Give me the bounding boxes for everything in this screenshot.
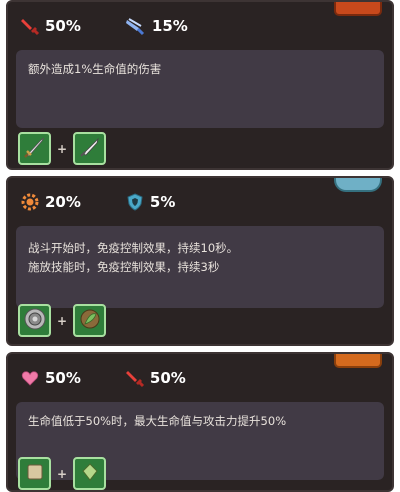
pink-heart-icon	[20, 368, 40, 388]
stat-value: 20%	[45, 193, 81, 211]
orange-gear-icon	[20, 192, 40, 212]
stat-value: 50%	[149, 369, 186, 387]
item-slot-2[interactable]	[73, 304, 107, 337]
leaf-charm-item-icon	[77, 306, 103, 336]
combine-items: +	[18, 457, 107, 490]
item-slot-1[interactable]	[18, 132, 51, 165]
description-line: 战斗开始时，免疫控制效果，持续10秒。	[28, 241, 239, 255]
stat-defense: 5%	[125, 192, 175, 212]
plus-sign: +	[57, 313, 68, 328]
red-sword-icon	[125, 368, 145, 388]
combine-items: +	[18, 132, 107, 165]
corner-badge	[334, 354, 382, 368]
item-slot-1[interactable]	[18, 304, 51, 337]
stats-row: 20% 5%	[20, 192, 175, 212]
stats-row: 50% 15%	[20, 16, 188, 36]
item-slot-2[interactable]	[73, 457, 107, 490]
plus-sign: +	[57, 466, 68, 481]
red-sword-icon	[20, 16, 40, 36]
spear-tip-item-icon	[77, 134, 103, 164]
description-box: 额外造成1%生命值的伤害	[16, 50, 384, 128]
item-slot-2[interactable]	[73, 132, 107, 165]
corner-badge	[334, 2, 382, 16]
stat-value: 15%	[151, 17, 188, 35]
item-slot-1[interactable]	[18, 457, 51, 490]
stat-attack-speed: 20%	[20, 192, 81, 212]
description-line: 额外造成1%生命值的伤害	[28, 62, 162, 76]
blue-shield-icon	[125, 192, 145, 212]
stat-attack: 50%	[20, 16, 81, 36]
stat-crit: 15%	[125, 16, 188, 36]
scroll-item-icon	[22, 459, 48, 489]
corner-badge	[334, 178, 382, 192]
description-line: 施放技能时，免疫控制效果，持续3秒	[28, 260, 220, 274]
stat-health: 50%	[20, 368, 81, 388]
round-shield-item-icon	[22, 306, 48, 336]
gem-item-icon	[77, 459, 103, 489]
stats-row: 50% 50%	[20, 368, 186, 388]
description-box: 战斗开始时，免疫控制效果，持续10秒。 施放技能时，免疫控制效果，持续3秒	[16, 226, 384, 308]
sword-item-icon	[22, 134, 48, 164]
stat-value: 50%	[45, 17, 81, 35]
plus-sign: +	[57, 141, 68, 156]
equipment-card-1: 50% 15% 额外造成1%生命值的伤害 +	[6, 0, 394, 170]
description-line: 生命值低于50%时，最大生命值与攻击力提升50%	[28, 414, 287, 428]
stat-value: 50%	[45, 369, 81, 387]
stat-attack: 50%	[125, 368, 186, 388]
equipment-card-3: 50% 50% 生命值低于50%时，最大生命值与攻击力提升50% +	[6, 352, 394, 492]
stat-value: 5%	[149, 193, 176, 211]
equipment-card-2: 20% 5% 战斗开始时，免疫控制效果，持续10秒。 施放技能时，免疫控制效果，…	[6, 176, 394, 346]
blue-feather-icon	[125, 16, 147, 36]
combine-items: +	[18, 304, 107, 337]
